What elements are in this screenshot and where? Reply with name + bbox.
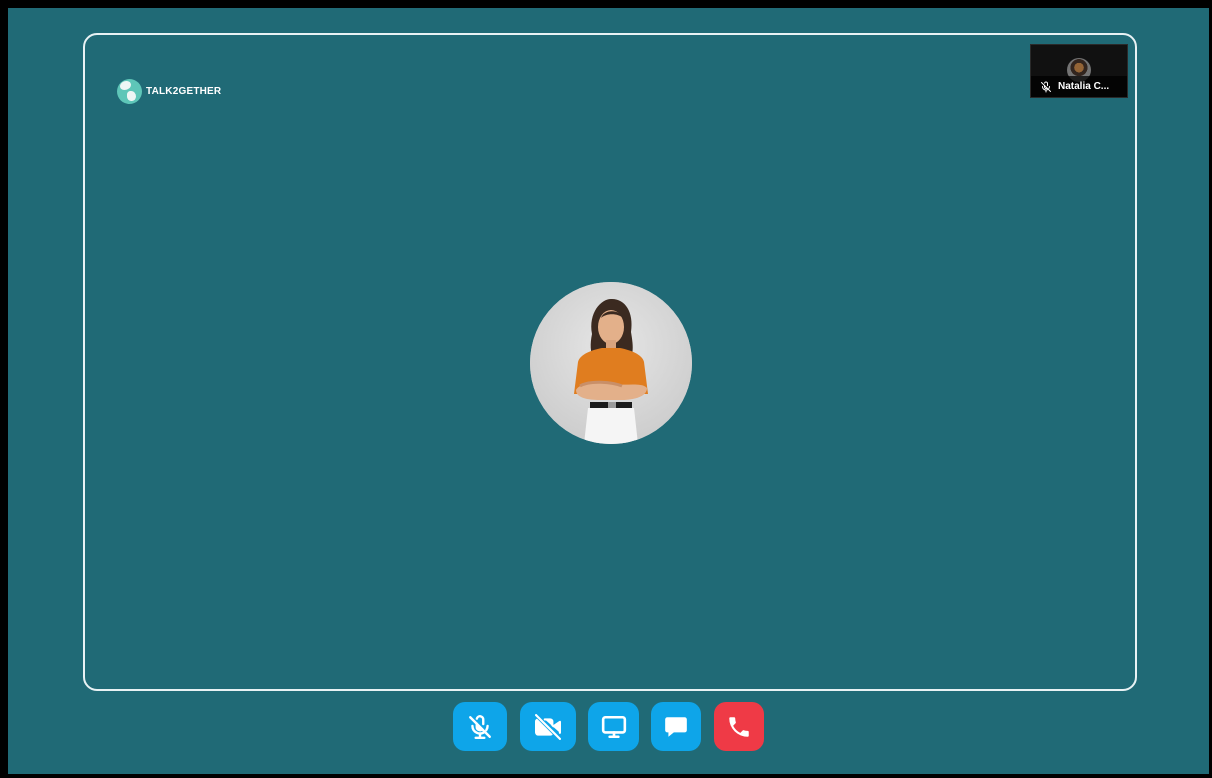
video-off-icon [535,713,561,740]
end-call-button[interactable] [714,702,764,751]
phone-icon [729,716,749,737]
brand-name: TALK2GETHER [146,86,222,97]
toggle-camera-button[interactable] [520,702,576,751]
globe-logo-icon [117,79,142,104]
self-name: Natalia C... [1058,81,1110,92]
toggle-mic-button[interactable] [453,702,507,751]
participant-avatar [530,282,692,444]
video-call-app: TALK2GETHER Natalia C... [0,0,1212,778]
mic-off-icon [1041,81,1051,92]
chat-icon [665,716,687,737]
self-label-bar: Natalia C... [1031,76,1127,97]
self-video-tile[interactable]: Natalia C... [1030,44,1128,98]
video-stage: TALK2GETHER Natalia C... [83,33,1137,691]
chat-button[interactable] [651,702,701,751]
brand: TALK2GETHER [117,79,221,104]
call-controls [8,702,1209,751]
mic-off-icon [469,714,491,739]
monitor-icon [601,715,626,738]
share-screen-button[interactable] [588,702,639,751]
participant-photo [530,282,692,444]
